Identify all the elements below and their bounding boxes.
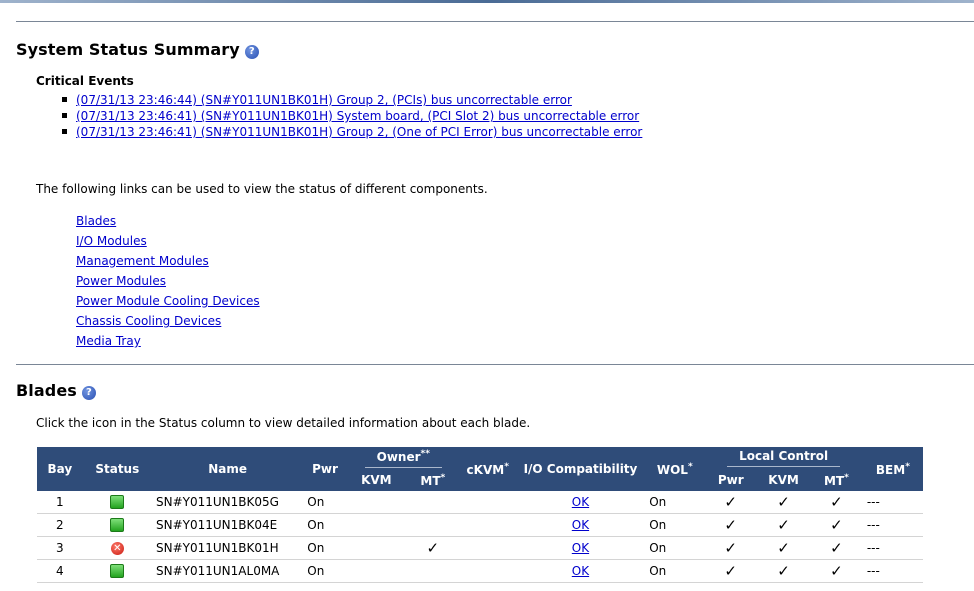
critical-events-label: Critical Events [36,74,134,88]
owner-mt-check-icon: ✓ [405,536,460,560]
table-row: 2 SN#Y011UN1BK04E On OK On ✓ ✓ ✓ --- [37,513,923,537]
local-pwr-check-icon: ✓ [704,513,758,537]
owner-mt-cell [405,513,460,537]
links-intro: The following links can be used to view … [36,182,488,196]
column-header-bay: Bay [37,447,83,491]
section-title-summary: System Status Summary? [16,40,259,59]
status-error-icon[interactable]: ✕ [110,542,124,555]
local-pwr-check-icon: ✓ [704,491,758,514]
link-media-tray[interactable]: Media Tray [76,334,141,348]
pwr-cell: On [303,559,347,583]
column-header-local-pwr: Pwr [704,469,758,491]
critical-events-list: (07/31/13 23:46:44) (SN#Y011UN1BK01H) Gr… [62,92,642,140]
owner-kvm-cell [346,491,406,514]
wol-cell: On [645,491,705,514]
local-mt-check-icon: ✓ [809,491,863,514]
column-header-local-kvm: KVM [757,469,810,491]
column-header-owner-kvm: KVM [346,469,406,491]
io-compatibility-link[interactable]: OK [572,495,589,509]
local-pwr-check-icon: ✓ [704,536,758,560]
status-ok-icon[interactable] [110,495,125,510]
column-header-local-mt: MT* [809,469,863,491]
local-kvm-check-icon: ✓ [757,536,810,560]
wol-cell: On [645,513,705,537]
local-kvm-check-icon: ✓ [757,513,810,537]
column-group-owner: Owner** [346,447,460,469]
local-mt-check-icon: ✓ [809,536,863,560]
io-compatibility-link[interactable]: OK [572,564,589,578]
local-mt-check-icon: ✓ [809,513,863,537]
local-kvm-check-icon: ✓ [757,491,810,514]
column-header-io-compatibility: I/O Compatibility [515,447,646,491]
local-kvm-check-icon: ✓ [757,559,810,583]
section-title-blades: Blades? [16,381,96,400]
pwr-cell: On [303,536,347,560]
table-row: 3 ✕ SN#Y011UN1BK01H On ✓ OK On ✓ ✓ ✓ --- [37,536,923,560]
pwr-cell: On [303,513,347,537]
link-blades[interactable]: Blades [76,214,116,228]
owner-kvm-cell [346,536,406,560]
status-ok-icon[interactable] [110,518,125,533]
bem-cell: --- [862,536,923,560]
top-band [0,0,974,3]
owner-kvm-cell [346,513,406,537]
help-icon[interactable]: ? [244,45,259,59]
help-icon[interactable]: ? [81,386,96,400]
list-item: (07/31/13 23:46:44) (SN#Y011UN1BK01H) Gr… [62,92,642,108]
link-management-modules[interactable]: Management Modules [76,254,209,268]
io-compatibility-link[interactable]: OK [572,541,589,555]
local-pwr-check-icon: ✓ [704,559,758,583]
blade-name-cell: SN#Y011UN1AL0MA [152,559,304,583]
wol-cell: On [645,559,705,583]
column-group-local-control: Local Control [704,447,863,469]
column-header-wol: WOL* [645,447,705,491]
ckvm-cell [459,559,516,583]
bem-cell: --- [862,513,923,537]
column-header-status: Status [82,447,153,491]
bem-cell: --- [862,491,923,514]
column-header-pwr: Pwr [303,447,347,491]
component-links: Blades I/O Modules Management Modules Po… [76,214,260,354]
blade-name-cell: SN#Y011UN1BK05G [152,491,304,514]
blade-name-cell: SN#Y011UN1BK01H [152,536,304,560]
table-row: 1 SN#Y011UN1BK05G On OK On ✓ ✓ ✓ --- [37,491,923,514]
column-header-ckvm: cKVM* [459,447,516,491]
bay-cell: 4 [37,559,83,583]
wol-cell: On [645,536,705,560]
io-compatibility-link[interactable]: OK [572,518,589,532]
link-chassis-cooling-devices[interactable]: Chassis Cooling Devices [76,314,221,328]
ckvm-cell [459,513,516,537]
bay-cell: 2 [37,513,83,537]
owner-kvm-cell [346,559,406,583]
divider [16,21,974,22]
link-power-module-cooling-devices[interactable]: Power Module Cooling Devices [76,294,260,308]
bem-cell: --- [862,559,923,583]
blades-table: Bay Status Name Pwr Owner** cKVM* I/O Co… [37,447,923,583]
event-link[interactable]: (07/31/13 23:46:41) (SN#Y011UN1BK01H) Gr… [76,125,642,139]
divider [16,364,974,365]
ckvm-cell [459,491,516,514]
status-ok-icon[interactable] [110,564,125,579]
local-mt-check-icon: ✓ [809,559,863,583]
column-header-name: Name [152,447,304,491]
table-row: 4 SN#Y011UN1AL0MA On OK On ✓ ✓ ✓ --- [37,559,923,583]
bay-cell: 3 [37,536,83,560]
column-header-bem: BEM* [862,447,923,491]
bay-cell: 1 [37,491,83,514]
blade-name-cell: SN#Y011UN1BK04E [152,513,304,537]
blades-instruction: Click the icon in the Status column to v… [36,416,531,430]
pwr-cell: On [303,491,347,514]
list-item: (07/31/13 23:46:41) (SN#Y011UN1BK01H) Sy… [62,108,642,124]
column-header-owner-mt: MT* [405,469,460,491]
ckvm-cell [459,536,516,560]
link-io-modules[interactable]: I/O Modules [76,234,147,248]
list-item: (07/31/13 23:46:41) (SN#Y011UN1BK01H) Gr… [62,124,642,140]
owner-mt-cell [405,559,460,583]
owner-mt-cell [405,491,460,514]
event-link[interactable]: (07/31/13 23:46:44) (SN#Y011UN1BK01H) Gr… [76,93,572,107]
link-power-modules[interactable]: Power Modules [76,274,166,288]
event-link[interactable]: (07/31/13 23:46:41) (SN#Y011UN1BK01H) Sy… [76,109,639,123]
